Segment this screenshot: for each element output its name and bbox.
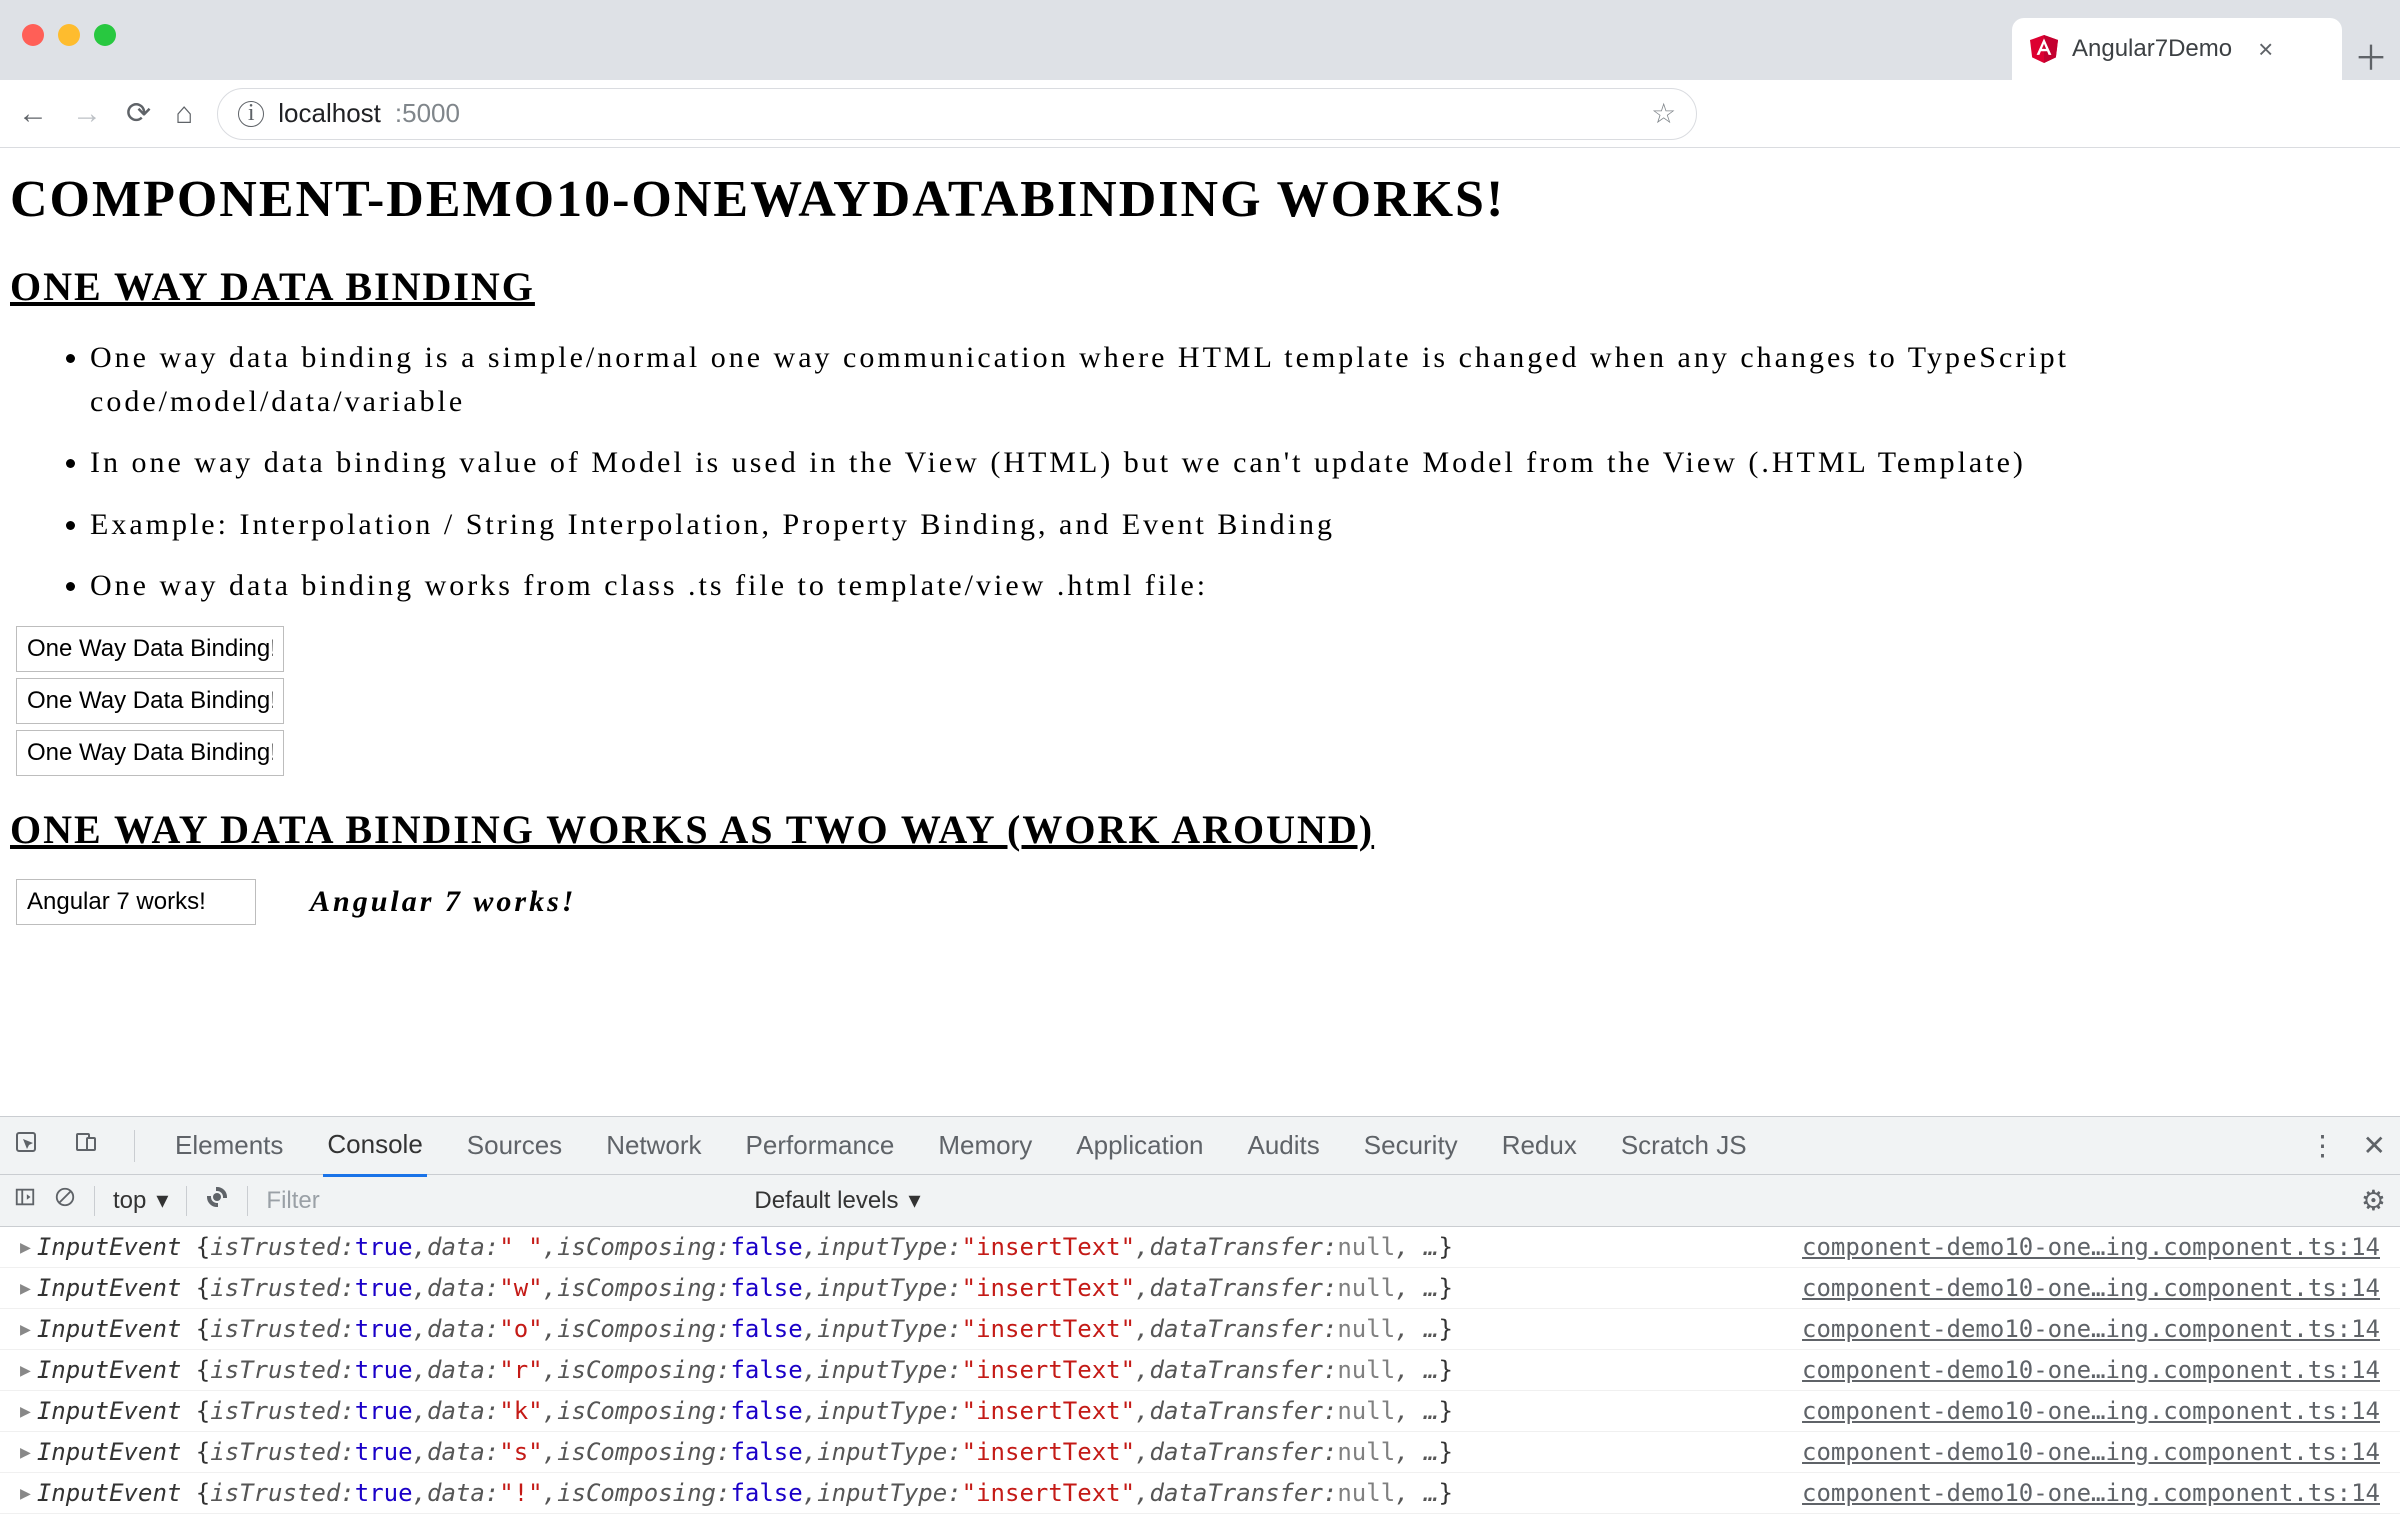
expand-triangle-icon[interactable]: ▶ <box>20 1360 31 1381</box>
source-link[interactable]: component-demo10-one…ing.component.ts:14 <box>1802 1356 2380 1384</box>
twoway-input[interactable] <box>16 879 256 925</box>
devtools-tab-application[interactable]: Application <box>1072 1116 1207 1175</box>
devtools-close-icon[interactable]: ✕ <box>2363 1129 2386 1162</box>
console-log-row[interactable]: ▶InputEvent {isTrusted: true, data: " ",… <box>0 1227 2400 1268</box>
expand-triangle-icon[interactable]: ▶ <box>20 1237 31 1258</box>
devtools-tab-sources[interactable]: Sources <box>463 1116 566 1175</box>
page-title: COMPONENT-DEMO10-ONEWAYDATABINDING WORKS… <box>10 170 2390 229</box>
demo-input-1[interactable] <box>16 626 284 672</box>
devtools-tab-redux[interactable]: Redux <box>1498 1116 1581 1175</box>
browser-tab-active[interactable]: Angular7Demo × <box>2012 18 2342 80</box>
browser-tabstrip: Angular7Demo × ＋ <box>0 0 2400 80</box>
clear-console-icon[interactable] <box>54 1186 76 1215</box>
devtools-tab-audits[interactable]: Audits <box>1244 1116 1324 1175</box>
devtools-tab-scratchjs[interactable]: Scratch JS <box>1617 1116 1751 1175</box>
console-log-list: ▶InputEvent {isTrusted: true, data: " ",… <box>0 1227 2400 1514</box>
list-item: One way data binding is a simple/normal … <box>90 336 2390 423</box>
section-heading-oneway: ONE WAY DATA BINDING <box>10 263 2390 310</box>
kebab-menu-icon[interactable]: ⋮ <box>2309 1129 2337 1162</box>
source-link[interactable]: component-demo10-one…ing.component.ts:14 <box>1802 1438 2380 1466</box>
devtools-tab-memory[interactable]: Memory <box>934 1116 1036 1175</box>
source-link[interactable]: component-demo10-one…ing.component.ts:14 <box>1802 1233 2380 1261</box>
url-port: :5000 <box>395 98 460 129</box>
expand-triangle-icon[interactable]: ▶ <box>20 1483 31 1504</box>
bullet-list: One way data binding is a simple/normal … <box>10 336 2390 608</box>
execution-context-selector[interactable]: top ▾ <box>113 1186 168 1215</box>
console-log-row[interactable]: ▶InputEvent {isTrusted: true, data: "s",… <box>0 1432 2400 1473</box>
source-link[interactable]: component-demo10-one…ing.component.ts:14 <box>1802 1479 2380 1507</box>
console-filter-input[interactable] <box>266 1187 736 1215</box>
inspect-icon[interactable] <box>14 1130 38 1161</box>
console-log-row[interactable]: ▶InputEvent {isTrusted: true, data: "w",… <box>0 1268 2400 1309</box>
expand-triangle-icon[interactable]: ▶ <box>20 1319 31 1340</box>
window-minimize[interactable] <box>58 24 80 46</box>
tab-title: Angular7Demo <box>2072 35 2232 63</box>
device-toggle-icon[interactable] <box>74 1130 98 1161</box>
source-link[interactable]: component-demo10-one…ing.component.ts:14 <box>1802 1397 2380 1425</box>
console-sidebar-toggle-icon[interactable] <box>14 1186 36 1215</box>
reload-button[interactable]: ⟳ <box>126 96 151 131</box>
twoway-output: Angular 7 works! <box>310 885 576 919</box>
devtools-tab-console[interactable]: Console <box>323 1115 426 1177</box>
list-item: In one way data binding value of Model i… <box>90 441 2390 485</box>
browser-toolbar: ← → ⟳ ⌂ i localhost :5000 ☆ <box>0 80 2400 148</box>
console-log-row[interactable]: ▶InputEvent {isTrusted: true, data: "k",… <box>0 1391 2400 1432</box>
devtools-tab-security[interactable]: Security <box>1360 1116 1462 1175</box>
close-icon[interactable]: × <box>2258 34 2273 65</box>
console-log-row[interactable]: ▶InputEvent {isTrusted: true, data: "r",… <box>0 1350 2400 1391</box>
page-viewport: COMPONENT-DEMO10-ONEWAYDATABINDING WORKS… <box>0 148 2400 1116</box>
angular-icon <box>2030 35 2058 63</box>
section-heading-twoway: ONE WAY DATA BINDING WORKS AS TWO WAY (W… <box>10 806 2390 853</box>
console-log-row[interactable]: ▶InputEvent {isTrusted: true, data: "o",… <box>0 1309 2400 1350</box>
live-expression-icon[interactable] <box>205 1185 229 1216</box>
window-zoom[interactable] <box>94 24 116 46</box>
forward-button[interactable]: → <box>72 97 102 131</box>
bookmark-star-icon[interactable]: ☆ <box>1651 97 1676 130</box>
expand-triangle-icon[interactable]: ▶ <box>20 1442 31 1463</box>
chevron-down-icon: ▾ <box>909 1186 921 1215</box>
address-bar[interactable]: i localhost :5000 ☆ <box>217 88 1697 140</box>
home-button[interactable]: ⌂ <box>175 97 193 131</box>
site-info-icon[interactable]: i <box>238 101 264 127</box>
source-link[interactable]: component-demo10-one…ing.component.ts:14 <box>1802 1274 2380 1302</box>
back-button[interactable]: ← <box>18 97 48 131</box>
demo-input-2[interactable] <box>16 678 284 724</box>
devtools-tab-elements[interactable]: Elements <box>171 1116 287 1175</box>
devtools-tabbar: Elements Console Sources Network Perform… <box>0 1117 2400 1175</box>
demo-input-3[interactable] <box>16 730 284 776</box>
devtools-panel: Elements Console Sources Network Perform… <box>0 1116 2400 1514</box>
console-log-row[interactable]: ▶InputEvent {isTrusted: true, data: "!",… <box>0 1473 2400 1514</box>
devtools-tab-performance[interactable]: Performance <box>742 1116 899 1175</box>
source-link[interactable]: component-demo10-one…ing.component.ts:14 <box>1802 1315 2380 1343</box>
list-item: Example: Interpolation / String Interpol… <box>90 503 2390 547</box>
devtools-tab-network[interactable]: Network <box>602 1116 705 1175</box>
list-item: One way data binding works from class .t… <box>90 564 2390 608</box>
window-controls <box>22 24 116 46</box>
expand-triangle-icon[interactable]: ▶ <box>20 1278 31 1299</box>
url-host: localhost <box>278 98 381 129</box>
new-tab-button[interactable]: ＋ <box>2342 31 2400 80</box>
window-close[interactable] <box>22 24 44 46</box>
console-toolbar: top ▾ Default levels ▾ ⚙ <box>0 1175 2400 1227</box>
chevron-down-icon: ▾ <box>156 1186 168 1215</box>
expand-triangle-icon[interactable]: ▶ <box>20 1401 31 1422</box>
log-level-selector[interactable]: Default levels ▾ <box>754 1186 920 1215</box>
console-settings-icon[interactable]: ⚙ <box>2361 1184 2386 1217</box>
